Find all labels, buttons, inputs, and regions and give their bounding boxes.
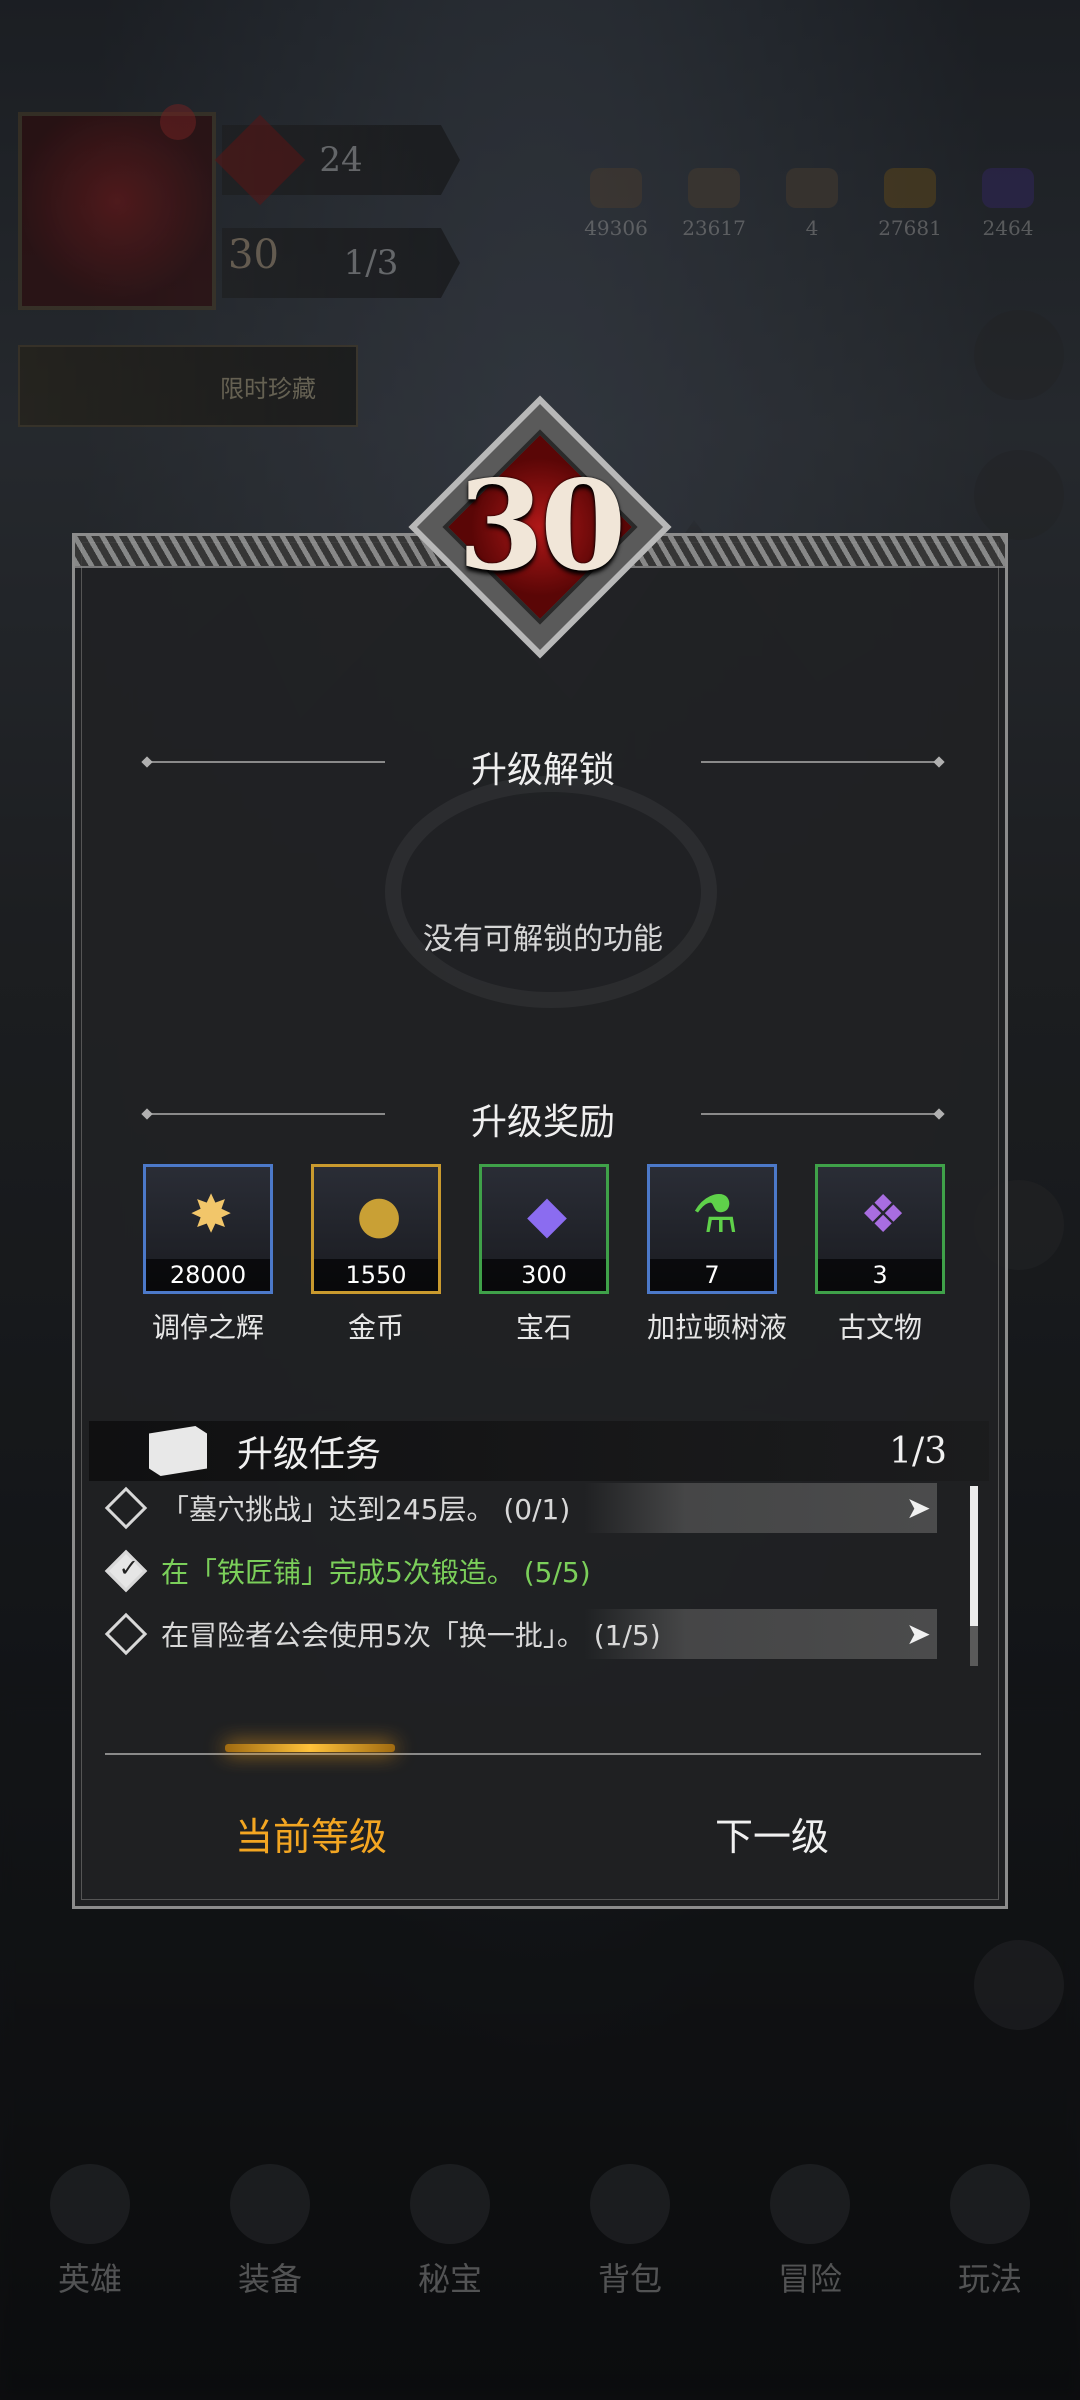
level-up-panel: 升级解锁 没有可解锁的功能 升级奖励 ✸ 28000 调停之辉 ● 1550 金… bbox=[72, 533, 1008, 1909]
go-arrow-icon[interactable]: ➤ bbox=[906, 1617, 931, 1652]
level-emblem: 30 bbox=[408, 395, 672, 659]
task-checkbox bbox=[104, 1612, 148, 1656]
task-row[interactable]: 在冒险者公会使用5次「换一批」。 (1/5) ➤ bbox=[97, 1609, 937, 1659]
reward-slot: ● 1550 bbox=[311, 1164, 441, 1294]
no-unlock-message: 没有可解锁的功能 bbox=[423, 922, 663, 957]
reward-name: 金币 bbox=[347, 1311, 404, 1344]
knot-watermark bbox=[385, 776, 717, 1008]
reward-name: 古文物 bbox=[837, 1311, 922, 1344]
go-arrow-icon[interactable]: ➤ bbox=[906, 1491, 931, 1526]
gold-coin-icon: ● bbox=[356, 1185, 402, 1245]
reward-name: 调停之辉 bbox=[151, 1311, 264, 1344]
divider-right-2 bbox=[701, 1113, 939, 1115]
divider-right bbox=[701, 761, 939, 763]
task-checkbox-checked bbox=[104, 1549, 148, 1593]
reward-name: 宝石 bbox=[515, 1311, 572, 1344]
reward-list: ✸ 28000 调停之辉 ● 1550 金币 ◆ 300 宝石 ⚗ 7 加拉顿树… bbox=[143, 1164, 945, 1346]
task-checkbox bbox=[104, 1486, 148, 1530]
task-progress: 1/3 bbox=[889, 1430, 947, 1472]
task-row: 在「铁匠铺」完成5次锻造。 (5/5) bbox=[97, 1546, 937, 1596]
reward-slot: ◆ 300 bbox=[479, 1164, 609, 1294]
reward-item[interactable]: ● 1550 金币 bbox=[311, 1164, 441, 1346]
task-text: 在「铁匠铺」完成5次锻造。 (5/5) bbox=[161, 1556, 591, 1589]
task-text: 在冒险者公会使用5次「换一批」。 (1/5) bbox=[161, 1619, 661, 1652]
tab-current-level[interactable]: 当前等级 bbox=[235, 1806, 387, 1861]
scroll-icon bbox=[149, 1426, 207, 1476]
reward-slot: ✸ 28000 bbox=[143, 1164, 273, 1294]
reward-slot: ⚗ 7 bbox=[647, 1164, 777, 1294]
reward-count: 28000 bbox=[146, 1259, 270, 1291]
reward-item[interactable]: ⚗ 7 加拉顿树液 bbox=[647, 1164, 788, 1346]
reward-item[interactable]: ✸ 28000 调停之辉 bbox=[143, 1164, 273, 1346]
reward-count: 300 bbox=[482, 1259, 606, 1291]
active-tab-indicator bbox=[225, 1744, 395, 1752]
reward-count: 3 bbox=[818, 1259, 942, 1291]
sun-badge-icon: ✸ bbox=[189, 1185, 233, 1245]
task-title: 升级任务 bbox=[237, 1434, 382, 1475]
task-scrollbar[interactable] bbox=[970, 1486, 978, 1666]
potion-bottle-icon: ⚗ bbox=[691, 1185, 739, 1245]
relic-cube-icon: ❖ bbox=[859, 1185, 907, 1245]
task-header: 升级任务 1/3 bbox=[89, 1421, 989, 1481]
reward-name: 加拉顿树液 bbox=[647, 1311, 788, 1344]
reward-item[interactable]: ❖ 3 古文物 bbox=[815, 1164, 945, 1346]
reward-slot: ❖ 3 bbox=[815, 1164, 945, 1294]
task-text: 「墓穴挑战」达到245层。 (0/1) bbox=[161, 1493, 571, 1526]
reward-count: 1550 bbox=[314, 1259, 438, 1291]
level-number: 30 bbox=[457, 454, 627, 599]
crystal-gem-icon: ◆ bbox=[527, 1185, 567, 1245]
tab-next-level[interactable]: 下一级 bbox=[715, 1806, 829, 1861]
reward-item[interactable]: ◆ 300 宝石 bbox=[479, 1164, 609, 1346]
tab-divider bbox=[105, 1753, 981, 1755]
reward-section-title: 升级奖励 bbox=[470, 1102, 615, 1143]
reward-count: 7 bbox=[650, 1259, 774, 1291]
task-row[interactable]: 「墓穴挑战」达到245层。 (0/1) ➤ bbox=[97, 1483, 937, 1533]
